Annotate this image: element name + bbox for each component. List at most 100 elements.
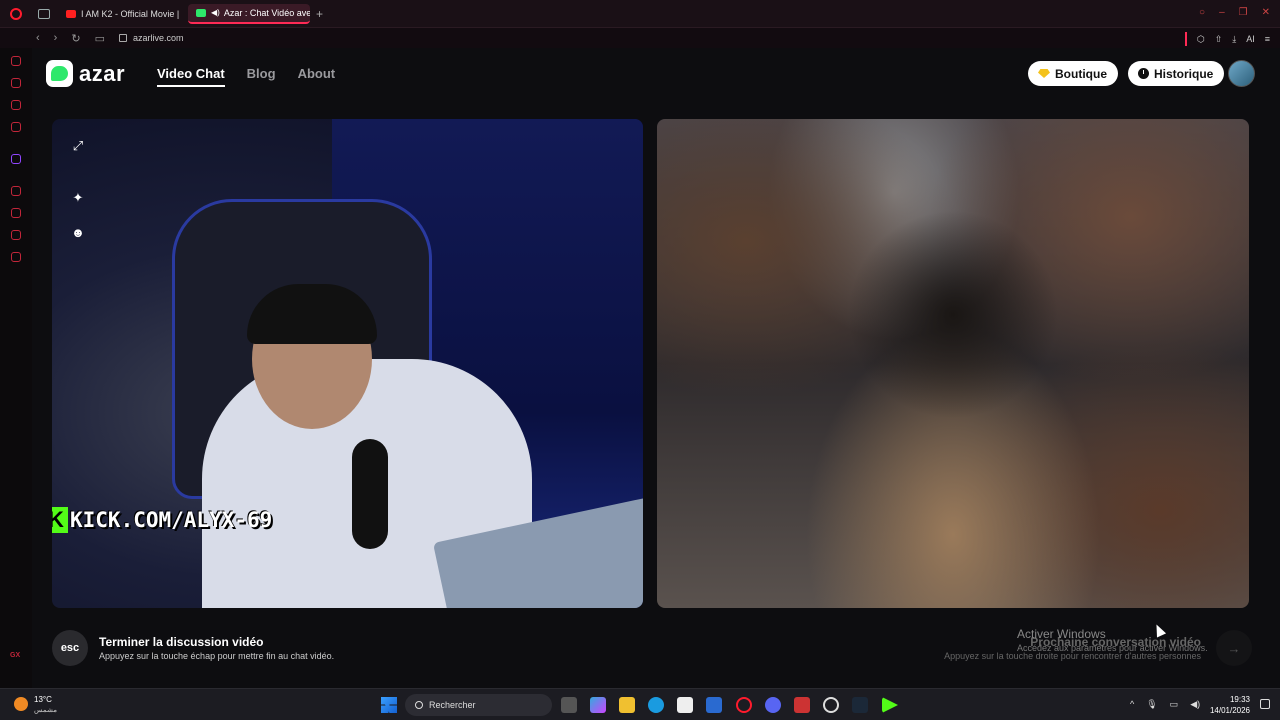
opera-gx-taskbar-icon[interactable]: [736, 697, 752, 713]
file-explorer-icon[interactable]: [619, 697, 635, 713]
activate-windows-hint: Accédez aux paramètres pour activer Wind…: [1017, 643, 1208, 653]
esc-key-badge[interactable]: esc: [52, 630, 88, 666]
download-icon[interactable]: ⤓: [1232, 34, 1236, 45]
avatar[interactable]: [1228, 60, 1255, 87]
taskbar-search[interactable]: Rechercher: [405, 694, 552, 716]
obs-icon[interactable]: [823, 697, 839, 713]
tab-label: Azar : Chat Vidéo avec: [223, 7, 310, 18]
weather-condition: مشمس: [34, 707, 57, 714]
new-tab-icon[interactable]: +: [316, 7, 323, 21]
back-icon[interactable]: ‹: [36, 32, 40, 44]
player-icon[interactable]: [11, 186, 21, 196]
clock-date: 14/01/2026: [1209, 706, 1250, 715]
shop-button[interactable]: Boutique: [1028, 61, 1118, 86]
weather-icon[interactable]: [14, 697, 28, 711]
end-chat-title: Terminer la discussion vidéo: [99, 635, 264, 649]
address-bar: ‹ › ↻ ▭ azarlive.com ⬡ ⇧ ⤓ AI ≡: [0, 28, 1280, 48]
nav-about[interactable]: About: [298, 66, 336, 87]
history-label: Historique: [1154, 66, 1214, 81]
main-nav: Video Chat Blog About: [157, 66, 335, 87]
activate-windows-title: Activer Windows: [1017, 627, 1106, 641]
notification-icon[interactable]: [1260, 699, 1270, 709]
next-arrow-icon[interactable]: →: [1216, 630, 1252, 666]
twitch-icon[interactable]: [11, 154, 21, 164]
taskbar: 13°C مشمس Rechercher ^ 🎙 ▭ ◀) 19:33 14/0…: [0, 688, 1280, 720]
menu-icon[interactable]: ≡: [1265, 34, 1270, 44]
maximize-icon[interactable]: ❐: [1239, 7, 1248, 18]
volume-icon[interactable]: ◀): [1190, 699, 1200, 710]
snapshot-icon[interactable]: ⇧: [1215, 34, 1223, 45]
url-text[interactable]: azarlive.com: [133, 33, 184, 43]
face-filter-icon[interactable]: ☻: [70, 224, 86, 240]
instagram-icon[interactable]: [11, 122, 21, 132]
history-button[interactable]: Historique: [1128, 61, 1225, 86]
nav-video-chat[interactable]: Video Chat: [157, 66, 225, 87]
lock-icon: [118, 34, 127, 42]
history-icon[interactable]: [11, 208, 21, 218]
task-view-icon[interactable]: [561, 697, 577, 713]
forward-icon[interactable]: ›: [54, 32, 58, 44]
magic-wand-icon[interactable]: ✦: [70, 190, 86, 206]
kick-taskbar-icon[interactable]: [882, 697, 898, 713]
taskbar-clock[interactable]: 19:33 14/01/2026: [1210, 694, 1250, 716]
minimize-icon[interactable]: –: [1219, 7, 1225, 18]
copilot-icon[interactable]: [590, 697, 606, 713]
kick-overlay: K KICK.COM/ALYX-69: [52, 507, 272, 533]
search-tabs-icon[interactable]: ○: [1199, 7, 1205, 18]
azar-site: azar Video Chat Blog About Boutique Hist…: [32, 48, 1270, 688]
kick-overlay-text: KICK.COM/ALYX-69: [70, 508, 273, 532]
azar-logo-icon: [46, 60, 73, 87]
search-icon: [415, 701, 423, 709]
remote-video-blurred: [657, 119, 1249, 608]
browser-tab-bar: I AM K2 - Official Movie | . ◀) Azar : C…: [0, 0, 1280, 28]
window-controls: ○ – ❐ ✕: [1199, 7, 1270, 18]
opera-logo-icon[interactable]: [10, 7, 22, 20]
tab-overview-icon[interactable]: [38, 8, 50, 19]
video-microphone: [352, 439, 388, 549]
kick-logo-icon: K: [52, 507, 68, 533]
search-label: Rechercher: [429, 700, 476, 710]
store-icon[interactable]: [677, 697, 693, 713]
steam-icon[interactable]: [852, 697, 868, 713]
tab-youtube[interactable]: I AM K2 - Official Movie | .: [58, 4, 180, 24]
microphone-icon[interactable]: 🎙: [1146, 699, 1157, 710]
shop-label: Boutique: [1055, 66, 1107, 81]
windows-start-icon[interactable]: [381, 697, 397, 713]
end-chat-hint: Appuyez sur la touche échap pour mettre …: [99, 651, 335, 661]
gx-control-icon[interactable]: [11, 56, 21, 66]
gx-logo-icon[interactable]: GX: [10, 652, 20, 659]
mail-icon[interactable]: [706, 697, 722, 713]
azar-favicon-icon: [196, 8, 206, 17]
weather-temp[interactable]: 13°C: [34, 695, 52, 704]
network-icon[interactable]: ▭: [1170, 699, 1179, 710]
expand-icon[interactable]: ⤢: [70, 138, 86, 154]
extensions-sidebar-icon[interactable]: [11, 230, 21, 240]
aria-ai-button[interactable]: AI: [1246, 34, 1255, 44]
extensions-icon[interactable]: ⬡: [1197, 34, 1205, 45]
clock-time: 19:33: [1229, 695, 1250, 704]
azar-logo[interactable]: azar: [46, 60, 125, 87]
gx-corner-icon[interactable]: [11, 78, 21, 88]
clock-icon: [1138, 68, 1149, 79]
system-tray: ^ 🎙 ▭ ◀): [1130, 699, 1200, 710]
youtube-icon: [66, 9, 76, 18]
divider: [1184, 32, 1187, 46]
discord-icon[interactable]: [765, 697, 781, 713]
speaker-icon[interactable]: ◀): [211, 8, 220, 17]
settings-icon[interactable]: [11, 252, 21, 262]
local-video: ⤢ ✦ ☻ K KICK.COM/ALYX-69: [52, 119, 643, 608]
tab-label: I AM K2 - Official Movie | .: [81, 8, 180, 19]
tab-azar[interactable]: ◀) Azar : Chat Vidéo avec: [188, 3, 310, 24]
app-icon[interactable]: [794, 697, 810, 713]
chevron-up-icon[interactable]: ^: [1130, 699, 1134, 710]
address-bar-actions: ⬡ ⇧ ⤓ AI ≡: [1184, 32, 1270, 46]
messenger-icon[interactable]: [11, 100, 21, 110]
edge-icon[interactable]: [648, 697, 664, 713]
close-icon[interactable]: ✕: [1262, 7, 1270, 18]
browser-sidebar: GX: [0, 48, 32, 688]
nav-blog[interactable]: Blog: [247, 66, 276, 87]
logo-text: azar: [79, 60, 126, 86]
camera-icon[interactable]: ▭: [95, 32, 105, 45]
reload-icon[interactable]: ↻: [71, 32, 80, 45]
gem-icon: [1038, 69, 1050, 78]
